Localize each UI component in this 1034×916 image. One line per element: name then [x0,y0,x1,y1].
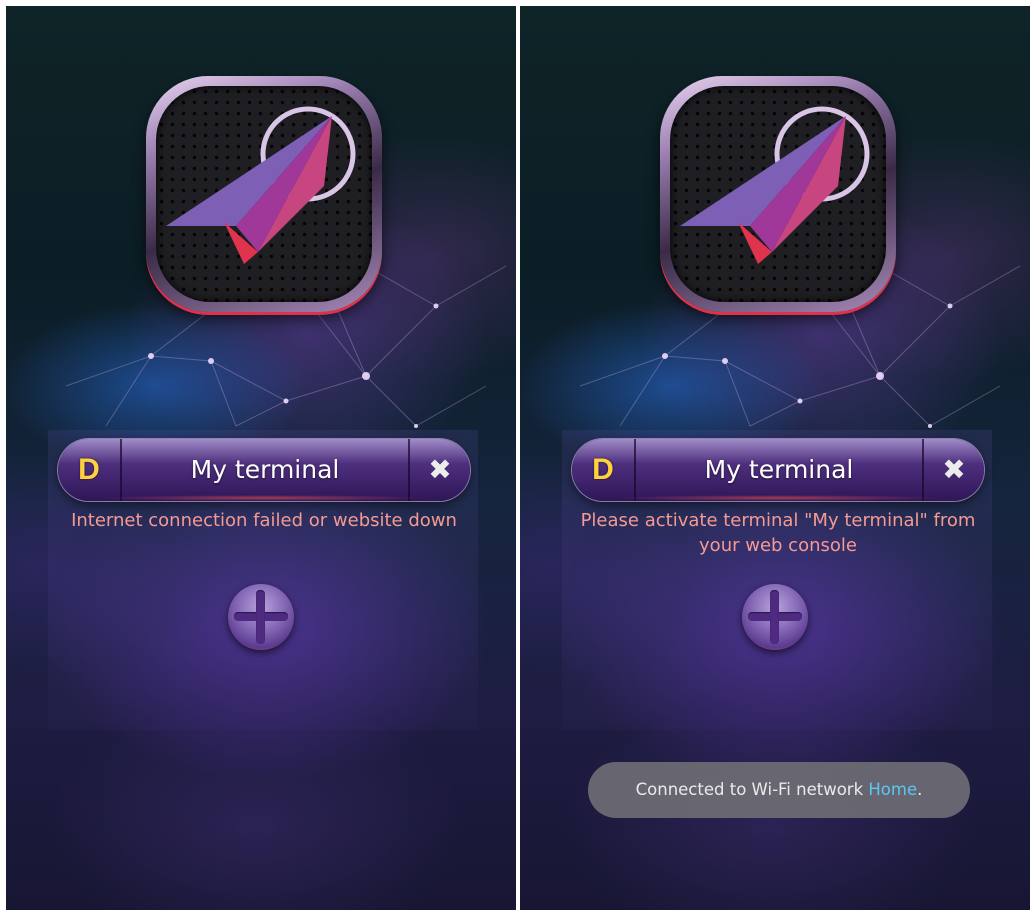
toast-suffix: . [917,780,923,799]
status-message: Please activate terminal "My terminal" f… [580,510,976,556]
toast-prefix: Connected to Wi-Fi network [635,780,869,799]
terminal-badge-letter: D [78,453,100,486]
terminal-name[interactable]: My terminal [636,439,922,501]
terminal-name[interactable]: My terminal [122,439,408,501]
remove-terminal-button[interactable]: ✖ [922,439,984,501]
right-screen: D My terminal ✖ Please activate terminal… [520,6,1030,910]
terminal-badge[interactable]: D [572,439,636,501]
terminal-item[interactable]: D My terminal ✖ [58,439,470,501]
remove-terminal-button[interactable]: ✖ [408,439,470,501]
add-terminal-button[interactable] [228,584,294,650]
app-logo [146,76,382,312]
toast-network-name: Home [868,780,918,799]
status-message: Internet connection failed or website do… [71,510,457,531]
terminal-badge-letter: D [592,453,614,486]
left-screen: D My terminal ✖ Internet connection fail… [6,6,516,910]
paper-plane-icon [680,106,870,264]
bar-glow [612,495,944,501]
app-logo [660,76,896,312]
add-terminal-button[interactable] [742,584,808,650]
terminal-badge[interactable]: D [58,439,122,501]
wifi-toast: Connected to Wi-Fi network Home. [588,762,970,818]
bar-glow [98,495,430,501]
paper-plane-icon [166,106,356,264]
close-icon: ✖ [428,453,452,486]
close-icon: ✖ [942,453,966,486]
terminal-item[interactable]: D My terminal ✖ [572,439,984,501]
